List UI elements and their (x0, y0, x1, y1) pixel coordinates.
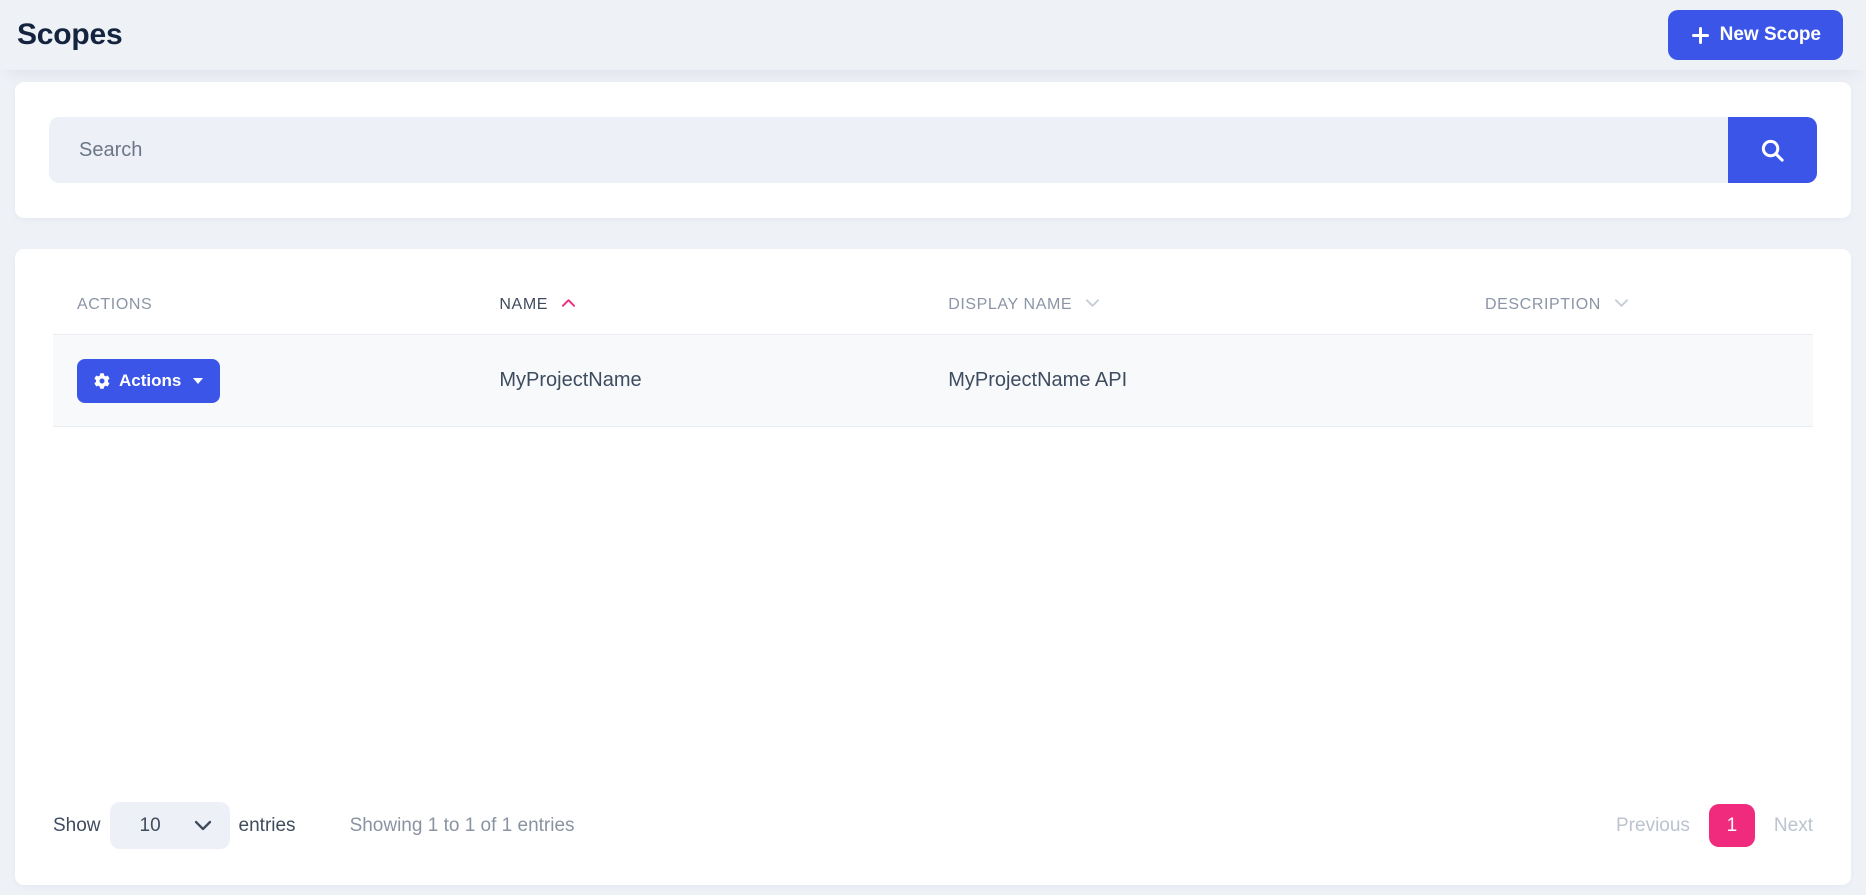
entries-label: entries (239, 815, 296, 837)
scopes-table: ACTIONS NAME DISPLAY NAME DESCRIPTION (53, 295, 1813, 427)
magnifier-icon (1759, 137, 1786, 164)
new-scope-button-label: New Scope (1720, 24, 1821, 46)
page-size-select[interactable]: 10 (110, 802, 230, 849)
pagination: Previous 1 Next (1616, 804, 1813, 847)
search-group (49, 117, 1817, 183)
chevron-down-icon (194, 820, 212, 831)
actions-cell: Actions (53, 335, 475, 427)
pagination-next[interactable]: Next (1774, 815, 1813, 837)
display-name-cell: MyProjectName API (924, 335, 1461, 427)
search-card (15, 82, 1851, 218)
search-button[interactable] (1728, 117, 1817, 183)
chevron-up-icon (561, 295, 576, 312)
topbar: Scopes New Scope (0, 0, 1866, 70)
entries-summary: Showing 1 to 1 of 1 entries (350, 815, 575, 837)
column-header-label: DESCRIPTION (1485, 296, 1601, 313)
scopes-table-card: ACTIONS NAME DISPLAY NAME DESCRIPTION (15, 249, 1851, 885)
gear-icon (94, 373, 110, 389)
chevron-down-icon (1614, 295, 1629, 312)
plus-icon (1690, 25, 1711, 46)
new-scope-button[interactable]: New Scope (1668, 10, 1843, 60)
name-cell: MyProjectName (475, 335, 924, 427)
row-actions-button[interactable]: Actions (77, 359, 220, 403)
column-header-actions[interactable]: ACTIONS (53, 295, 475, 335)
pagination-page-1[interactable]: 1 (1709, 804, 1755, 847)
chevron-down-icon (1085, 295, 1100, 312)
column-header-label: ACTIONS (77, 296, 152, 313)
table-header-row: ACTIONS NAME DISPLAY NAME DESCRIPTION (53, 295, 1813, 335)
column-header-display-name[interactable]: DISPLAY NAME (924, 295, 1461, 335)
description-cell (1461, 335, 1813, 427)
row-actions-button-label: Actions (119, 371, 181, 391)
search-input[interactable] (49, 117, 1728, 183)
page-title: Scopes (17, 18, 123, 52)
table-row: Actions MyProjectName MyProjectName API (53, 335, 1813, 427)
pagination-previous[interactable]: Previous (1616, 815, 1690, 837)
page-size-value: 10 (140, 815, 161, 837)
column-header-label: NAME (499, 296, 548, 313)
caret-down-icon (193, 378, 203, 384)
column-header-name[interactable]: NAME (475, 295, 924, 335)
column-header-description[interactable]: DESCRIPTION (1461, 295, 1813, 335)
table-footer: Show 10 entries Showing 1 to 1 of 1 entr… (53, 802, 1813, 849)
show-label: Show (53, 815, 101, 837)
column-header-label: DISPLAY NAME (948, 296, 1072, 313)
